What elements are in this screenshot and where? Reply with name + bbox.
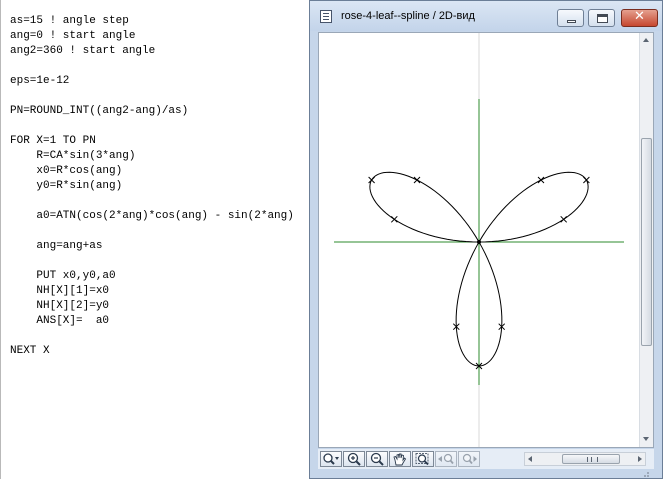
- code-line-18: PUT x0,y0,a0: [10, 270, 116, 282]
- spline-marker: [390, 215, 398, 223]
- zoom-in-icon: [347, 452, 361, 466]
- minimize-button[interactable]: [557, 9, 584, 27]
- code-line-1: as=15 ! angle step: [10, 15, 129, 27]
- code-line-5: eps=1e-12: [10, 75, 70, 87]
- vertical-scrollbar[interactable]: [639, 33, 653, 447]
- window-titlebar[interactable]: rose-4-leaf--spline / 2D-вид ✕: [310, 1, 662, 31]
- scroll-right-icon[interactable]: [638, 456, 642, 462]
- horizontal-scrollbar[interactable]: [524, 452, 646, 466]
- document-icon: [320, 10, 332, 23]
- zoom-menu-icon: [323, 453, 339, 465]
- zoom-fit-button[interactable]: [412, 451, 434, 467]
- horizontal-scroll-thumb[interactable]: [562, 454, 620, 464]
- plot-canvas[interactable]: [319, 33, 639, 447]
- zoom-previous-icon: [438, 453, 454, 465]
- scroll-up-icon[interactable]: [643, 38, 649, 42]
- close-icon: ✕: [634, 9, 645, 24]
- zoom-menu-button[interactable]: [320, 451, 342, 467]
- zoom-next-button[interactable]: [458, 451, 480, 467]
- code-line-16: ang=ang+as: [10, 240, 103, 252]
- pan-hand-icon: [393, 453, 407, 466]
- maximize-icon: [597, 14, 608, 23]
- code-line-9: FOR X=1 TO PN: [10, 135, 96, 147]
- code-line-10: R=CA*sin(3*ang): [10, 150, 136, 162]
- close-button[interactable]: ✕: [621, 9, 658, 27]
- code-line-3: ang2=360 ! start angle: [10, 45, 156, 57]
- zoom-out-button[interactable]: [366, 451, 388, 467]
- code-line-7: PN=ROUND_INT((ang2-ang)/as): [10, 105, 189, 117]
- code-line-12: y0=R*sin(ang): [10, 180, 123, 192]
- code-line-2: ang=0 ! start angle: [10, 30, 136, 42]
- preview-window[interactable]: rose-4-leaf--spline / 2D-вид ✕: [309, 0, 663, 479]
- zoom-next-icon: [462, 453, 477, 465]
- vertical-scroll-thumb[interactable]: [641, 138, 652, 346]
- code-line-20: NH[X][2]=y0: [10, 300, 110, 312]
- code-line-23: NEXT X: [10, 345, 50, 357]
- spline-marker: [368, 176, 375, 184]
- minimize-icon: [567, 20, 576, 23]
- code-line-21: ANS[X]= a0: [10, 315, 110, 327]
- spline-marker: [583, 176, 590, 184]
- resize-grip-icon[interactable]: [640, 470, 650, 478]
- zoom-in-button[interactable]: [343, 451, 365, 467]
- maximize-button[interactable]: [588, 9, 615, 27]
- code-line-11: x0=R*cos(ang): [10, 165, 123, 177]
- pan-button[interactable]: [389, 451, 411, 467]
- editor-border: [0, 0, 1, 479]
- scroll-left-icon[interactable]: [528, 456, 532, 462]
- view-2d[interactable]: [318, 32, 654, 448]
- scroll-down-icon[interactable]: [643, 437, 649, 441]
- zoom-fit-icon: [415, 453, 429, 466]
- view-toolbar: [318, 449, 654, 469]
- scroll-grip-icon: [587, 457, 598, 462]
- origin-point: [477, 240, 481, 244]
- spline-marker: [537, 176, 545, 184]
- zoom-out-icon: [370, 452, 384, 466]
- code-line-19: NH[X][1]=x0: [10, 285, 110, 297]
- spline-marker: [560, 215, 568, 223]
- code-line-14: a0=ATN(cos(2*ang)*cos(ang) - sin(2*ang): [10, 210, 294, 222]
- zoom-previous-button[interactable]: [435, 451, 457, 467]
- window-title: rose-4-leaf--spline / 2D-вид: [341, 10, 475, 22]
- spline-marker: [413, 176, 421, 184]
